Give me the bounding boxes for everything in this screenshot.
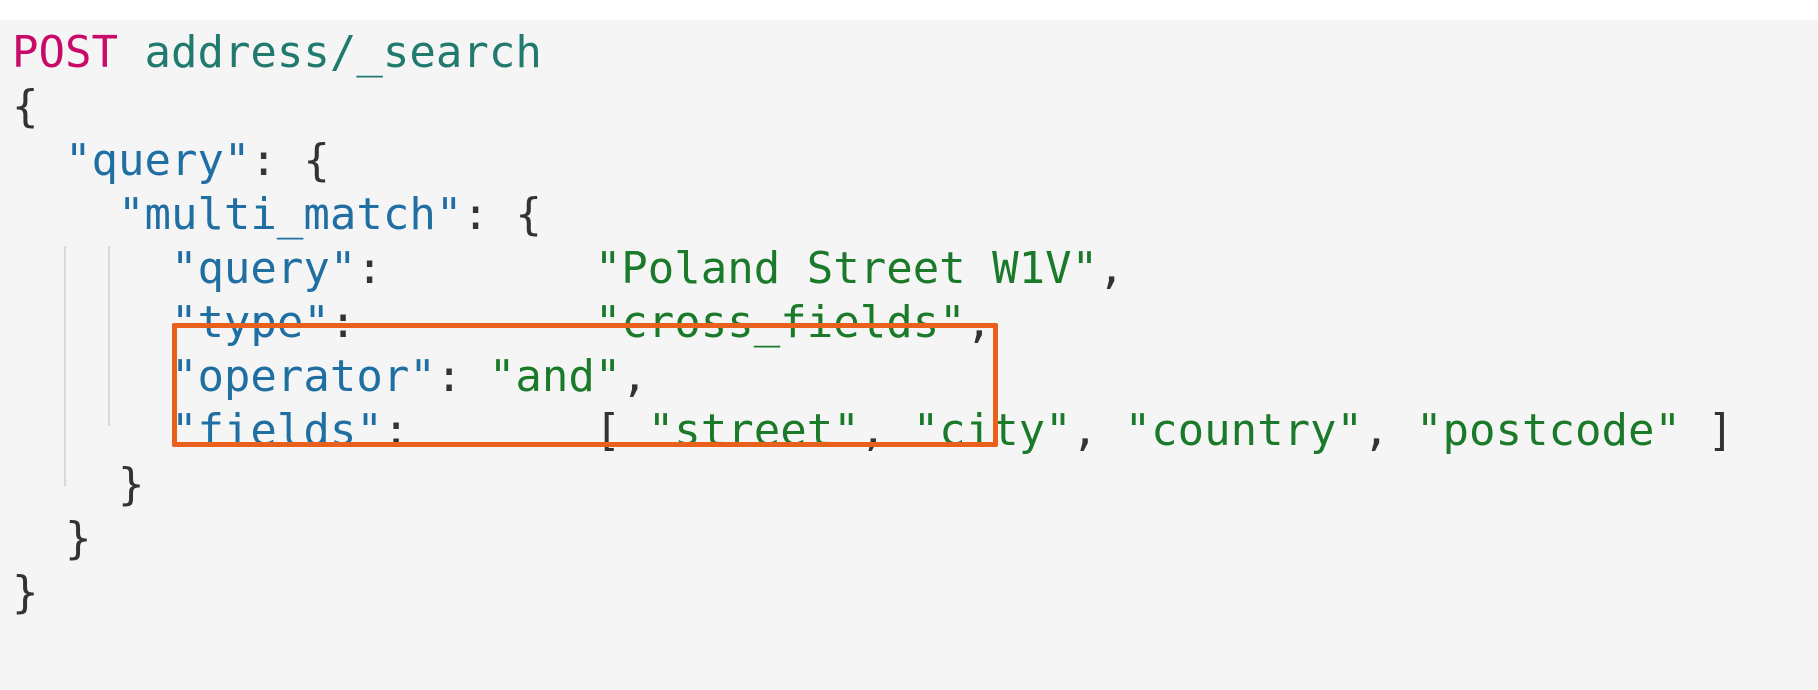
close-brace: } [64, 513, 92, 564]
close-brace: } [12, 567, 39, 618]
request-path: address/_search [144, 27, 542, 78]
field-value: "country" [1124, 405, 1364, 456]
code-line: "query": { [64, 135, 330, 186]
code-line: } [12, 454, 145, 516]
code-line: "query": "Poland Street W1V", [170, 243, 1125, 294]
code-line: "multi_match": { [117, 189, 542, 240]
code-line: } [12, 562, 39, 624]
top-margin [0, 0, 1818, 20]
highlight-box [172, 323, 998, 447]
code-line: } [12, 508, 92, 570]
code-line: { [12, 76, 39, 138]
inner-query-key: "query" [170, 243, 357, 294]
field-value: "postcode" [1416, 405, 1681, 456]
query-value: "Poland Street W1V" [594, 243, 1099, 294]
request-line: POST address/_search [12, 22, 542, 84]
query-key: "query" [64, 135, 251, 186]
open-brace: { [12, 81, 39, 132]
http-method: POST [12, 27, 118, 78]
close-brace: } [117, 459, 145, 510]
multi-match-key: "multi_match" [117, 189, 463, 240]
